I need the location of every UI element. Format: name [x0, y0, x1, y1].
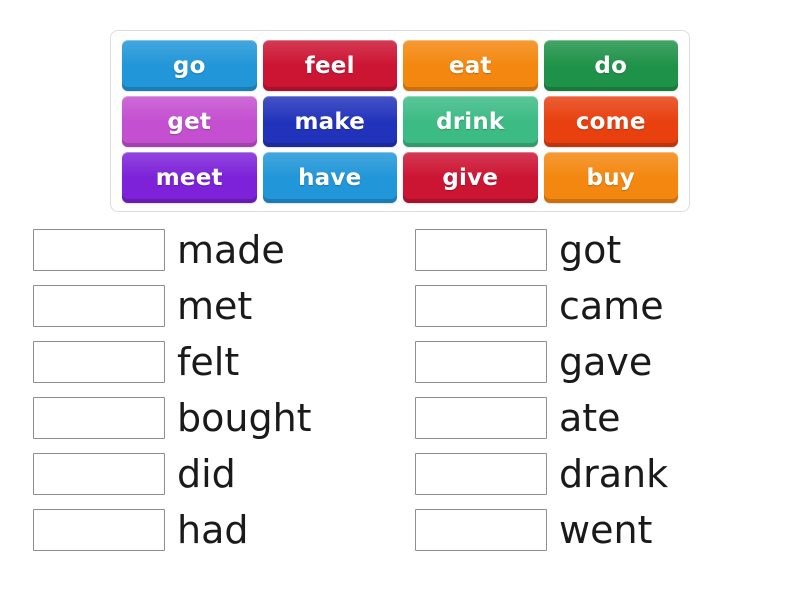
word-tile-have[interactable]: have	[262, 152, 397, 203]
drop-box[interactable]	[33, 341, 165, 383]
answer-row: ate	[415, 390, 780, 446]
answer-word: made	[177, 228, 285, 272]
answer-area: made met felt bought did had got came ga…	[0, 222, 800, 558]
word-bank: go feel eat do get make drink come meet …	[110, 30, 690, 212]
word-tile-feel[interactable]: feel	[262, 40, 397, 91]
word-tile-label: have	[298, 164, 362, 191]
answer-row: made	[33, 222, 390, 278]
word-tile-get[interactable]: get	[122, 96, 257, 147]
drop-box[interactable]	[415, 229, 547, 271]
answer-word: went	[559, 508, 653, 552]
word-tile-drink[interactable]: drink	[403, 96, 538, 147]
answer-word: drank	[559, 452, 669, 496]
drop-box[interactable]	[415, 453, 547, 495]
word-tile-buy[interactable]: buy	[543, 152, 678, 203]
answer-word: did	[177, 452, 236, 496]
answer-word: had	[177, 508, 249, 552]
word-bank-row: get make drink come	[119, 94, 681, 149]
answer-row: had	[33, 502, 390, 558]
answer-word: met	[177, 284, 253, 328]
word-tile-meet[interactable]: meet	[122, 152, 257, 203]
answer-row: went	[415, 502, 780, 558]
drop-box[interactable]	[415, 341, 547, 383]
word-tile-label: get	[167, 108, 212, 135]
drop-box[interactable]	[33, 285, 165, 327]
word-tile-label: eat	[448, 52, 492, 79]
drop-box[interactable]	[415, 397, 547, 439]
answer-word: felt	[177, 340, 240, 384]
word-tile-give[interactable]: give	[403, 152, 538, 203]
word-bank-row: go feel eat do	[119, 38, 681, 93]
answer-column-left: made met felt bought did had	[0, 222, 390, 558]
drop-box[interactable]	[33, 453, 165, 495]
word-tile-go[interactable]: go	[122, 40, 257, 91]
word-tile-label: feel	[304, 52, 355, 79]
word-tile-label: go	[172, 52, 206, 79]
word-tile-label: give	[442, 164, 499, 191]
answer-word: got	[559, 228, 622, 272]
word-tile-do[interactable]: do	[543, 40, 678, 91]
drop-box[interactable]	[415, 285, 547, 327]
answer-word: ate	[559, 396, 621, 440]
answer-row: gave	[415, 334, 780, 390]
word-tile-make[interactable]: make	[262, 96, 397, 147]
answer-row: got	[415, 222, 780, 278]
answer-row: did	[33, 446, 390, 502]
answer-row: drank	[415, 446, 780, 502]
word-tile-label: come	[575, 108, 646, 135]
word-tile-label: drink	[436, 108, 505, 135]
drop-box[interactable]	[415, 509, 547, 551]
word-tile-label: make	[294, 108, 366, 135]
answer-word: gave	[559, 340, 653, 384]
drop-box[interactable]	[33, 229, 165, 271]
answer-row: met	[33, 278, 390, 334]
answer-row: bought	[33, 390, 390, 446]
word-bank-row: meet have give buy	[119, 150, 681, 205]
drop-box[interactable]	[33, 509, 165, 551]
drop-box[interactable]	[33, 397, 165, 439]
answer-column-right: got came gave ate drank went	[390, 222, 780, 558]
word-tile-label: do	[594, 52, 628, 79]
answer-row: came	[415, 278, 780, 334]
answer-row: felt	[33, 334, 390, 390]
word-tile-label: buy	[586, 164, 635, 191]
answer-word: bought	[177, 396, 312, 440]
word-tile-label: meet	[155, 164, 223, 191]
word-tile-come[interactable]: come	[543, 96, 678, 147]
answer-word: came	[559, 284, 664, 328]
word-tile-eat[interactable]: eat	[403, 40, 538, 91]
